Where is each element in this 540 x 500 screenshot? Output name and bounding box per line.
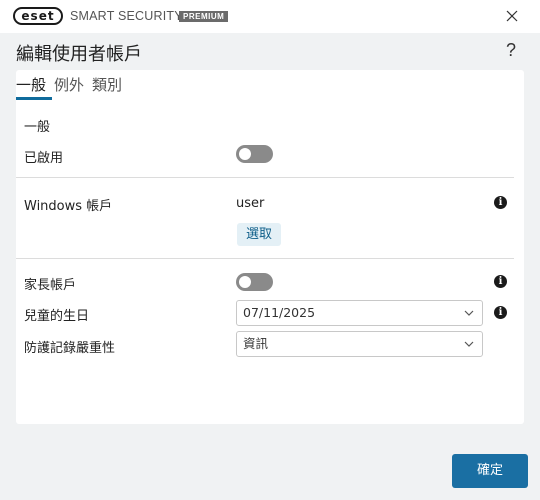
chevron-down-icon [464,341,474,347]
toggle-knob [239,148,251,160]
chevron-down-icon [464,310,474,316]
tab-categories[interactable]: 類別 [92,74,130,100]
eset-logo: eset [13,7,63,25]
windows-account-label: Windows 帳戶 [24,199,113,214]
settings-panel: 一般 例外 類別 一般 已啟用 Windows 帳戶 user i 選取 家長帳… [16,70,524,424]
birthday-label: 兒童的生日 [24,309,90,324]
tab-general[interactable]: 一般 [16,74,54,100]
divider [16,177,514,178]
log-severity-select[interactable]: 資訊 [236,331,483,357]
title-bar: eset SMART SECURITY PREMIUM [0,0,540,33]
divider [16,258,514,259]
product-name: SMART SECURITY [70,9,183,23]
info-icon[interactable]: i [494,196,507,209]
windows-account-value: user [236,196,265,211]
log-severity-value: 資訊 [243,336,269,351]
tab-bar: 一般 例外 類別 [16,74,130,100]
info-icon[interactable]: i [494,275,507,288]
close-icon [506,10,518,22]
tab-exceptions[interactable]: 例外 [54,74,92,100]
enabled-toggle[interactable] [236,145,273,163]
toggle-knob [239,276,251,288]
select-account-button[interactable]: 選取 [237,223,282,246]
birthday-date-picker[interactable]: 07/11/2025 [236,300,483,326]
help-icon[interactable]: ? [506,40,516,61]
section-heading-general: 一般 [24,120,51,135]
parent-account-label: 家長帳戶 [24,278,77,293]
edition-badge: PREMIUM [179,11,229,22]
log-severity-label: 防護記錄嚴重性 [24,341,116,356]
info-icon[interactable]: i [494,306,507,319]
close-button[interactable] [504,8,520,24]
parent-account-toggle[interactable] [236,273,273,291]
page-title: 編輯使用者帳戶 [16,44,142,65]
enabled-label: 已啟用 [24,151,64,166]
birthday-value: 07/11/2025 [243,305,316,320]
ok-button[interactable]: 確定 [452,454,528,488]
